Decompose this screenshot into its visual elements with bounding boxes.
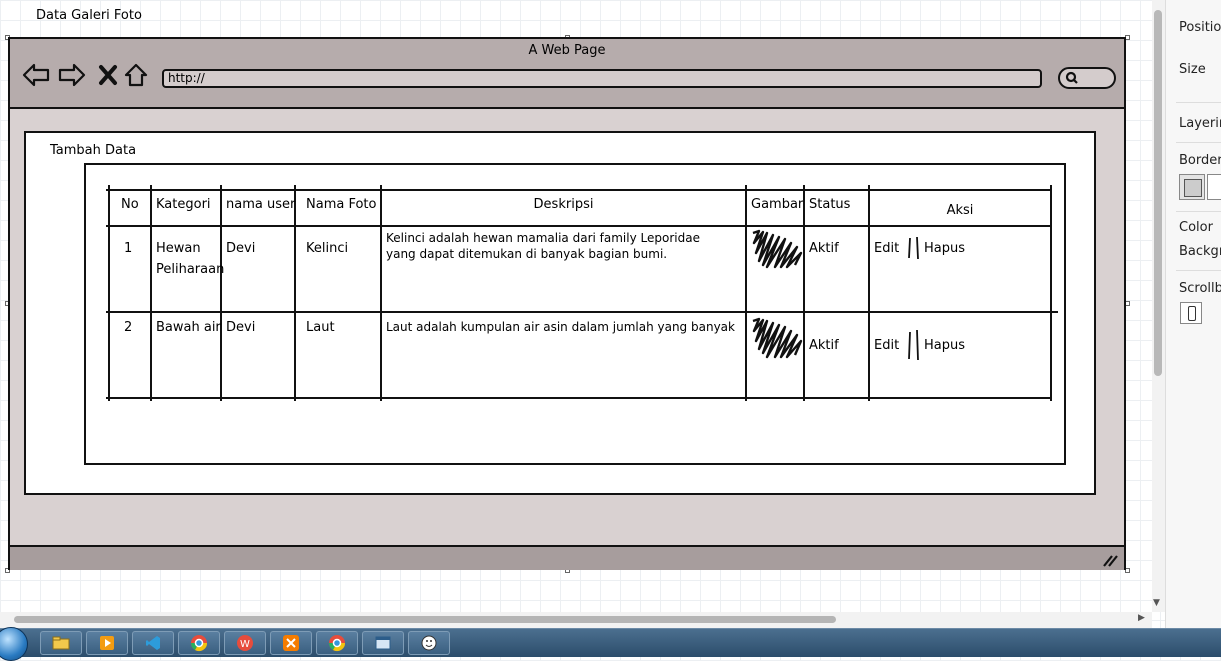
forward-arrow-icon[interactable] <box>58 61 86 89</box>
window-app-icon[interactable] <box>362 631 404 655</box>
form-panel: Tambah Data No Kategori nama user Nama F… <box>24 131 1096 495</box>
table-cell-nama-user: Devi <box>226 241 256 256</box>
separator-icon <box>908 329 919 361</box>
column-header-deskripsi: Deskripsi <box>533 197 594 212</box>
smiley-icon[interactable] <box>408 631 450 655</box>
hapus-link[interactable]: Hapus <box>924 238 965 259</box>
background-label: Backgr <box>1179 244 1221 259</box>
chrome-icon[interactable] <box>178 631 220 655</box>
border-style-button[interactable] <box>1207 174 1221 200</box>
window-title: A Web Page <box>528 43 606 58</box>
browser-toolbar: A Web Page http:// <box>10 39 1124 109</box>
home-icon[interactable] <box>122 61 150 89</box>
size-label: Size <box>1179 62 1206 77</box>
table-container: No Kategori nama user Nama Foto Deskrips… <box>84 163 1066 465</box>
table-cell-deskripsi: Laut adalah kumpulan air asin dalam juml… <box>386 320 735 334</box>
vertical-scrollbar-thumb[interactable] <box>1154 10 1162 376</box>
scroll-down-arrow-icon[interactable]: ▼ <box>1153 598 1160 608</box>
data-table: No Kategori nama user Nama Foto Deskrips… <box>106 185 1058 405</box>
column-header-gambar: Gambar <box>751 197 804 212</box>
status-badge: Aktif <box>809 241 839 256</box>
edit-link[interactable]: Edit <box>874 238 899 259</box>
layering-label: Layerin <box>1179 116 1221 131</box>
color-label: Color <box>1179 220 1213 235</box>
table-cell-nama-foto: Kelinci <box>306 241 349 256</box>
vscode-icon[interactable] <box>132 631 174 655</box>
table-cell-nama-foto: Laut <box>306 320 335 335</box>
table-cell-deskripsi: yang dapat ditemukan di banyak bagian bu… <box>386 247 668 261</box>
table-cell-no: 1 <box>124 241 133 256</box>
table-cell-kategori: Hewan <box>156 241 201 256</box>
table-cell-kategori: Bawah air <box>156 320 221 335</box>
xampp-icon[interactable] <box>270 631 312 655</box>
back-arrow-icon[interactable] <box>22 61 50 89</box>
file-explorer-icon[interactable] <box>40 631 82 655</box>
column-header-status: Status <box>809 197 851 212</box>
canvas-title: Data Galeri Foto <box>36 8 142 23</box>
panel-title: Tambah Data <box>50 143 137 158</box>
table-cell-deskripsi: Kelinci adalah hewan mamalia dari family… <box>386 231 700 245</box>
browser-mockup[interactable]: A Web Page http:// Tambah Data No Katego… <box>8 37 1126 570</box>
column-header-kategori: Kategori <box>156 197 211 212</box>
border-label: Border <box>1179 153 1221 168</box>
chrome-icon[interactable] <box>316 631 358 655</box>
url-bar[interactable]: http:// <box>162 69 1042 88</box>
table-cell-no: 2 <box>124 320 133 335</box>
scrollbar-toggle-button[interactable] <box>1180 302 1202 324</box>
resize-grip-icon[interactable] <box>1102 553 1118 567</box>
border-style-button[interactable] <box>1179 174 1205 200</box>
column-header-nama-foto: Nama Foto <box>306 197 377 212</box>
position-label: Positio <box>1179 20 1221 35</box>
properties-panel: Positio Size Layerin Border Color Backgr… <box>1165 0 1221 628</box>
column-header-aksi: Aksi <box>946 203 974 218</box>
hapus-link[interactable]: Hapus <box>924 335 965 356</box>
browser-status-bar <box>10 545 1124 570</box>
media-player-icon[interactable] <box>86 631 128 655</box>
table-cell-nama-user: Devi <box>226 320 256 335</box>
svg-text:W: W <box>240 639 250 650</box>
scroll-right-arrow-icon[interactable]: ▶ <box>1138 613 1145 623</box>
close-icon[interactable] <box>94 61 122 89</box>
search-icon <box>1065 71 1078 84</box>
scrollbar-label: Scrollb <box>1179 281 1221 296</box>
image-placeholder-icon <box>752 317 803 359</box>
image-placeholder-icon <box>752 229 803 269</box>
column-header-nama-user: nama user <box>226 197 296 212</box>
search-box[interactable] <box>1058 67 1116 89</box>
horizontal-scrollbar-thumb[interactable] <box>14 616 836 623</box>
column-header-no: No <box>121 197 139 212</box>
separator-icon <box>908 236 919 260</box>
status-badge: Aktif <box>809 338 839 353</box>
wps-office-icon[interactable]: W <box>224 631 266 655</box>
edit-link[interactable]: Edit <box>874 335 899 356</box>
taskbar: W <box>0 627 1221 661</box>
table-cell-kategori: Peliharaan <box>156 262 225 277</box>
